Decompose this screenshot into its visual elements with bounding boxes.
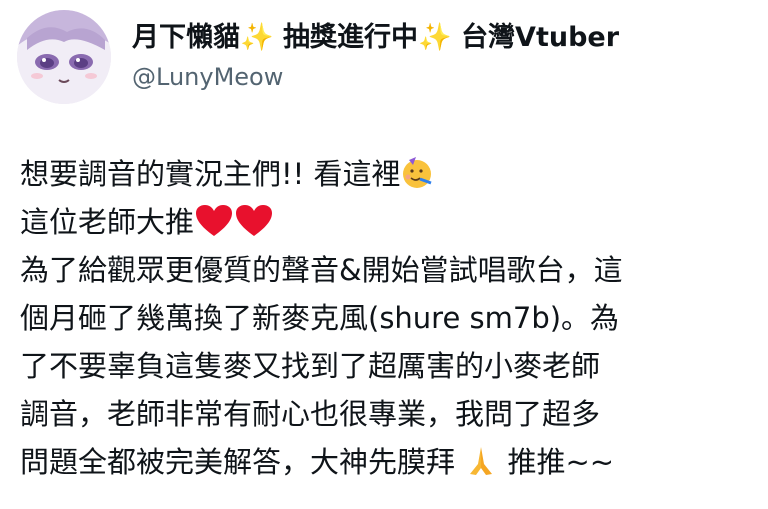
author-name-part2: 抽獎進行中 [283, 22, 419, 53]
tweet-line: 這位老師大推 [20, 198, 755, 246]
tweet-line-text: 問題全都被完美解答，大神先膜拜 [20, 445, 456, 479]
tweet-line: 為了給觀眾更優質的聲音&開始嘗試唱歌台，這 [20, 253, 623, 287]
tweet-line: 問題全都被完美解答，大神先膜拜 推推~~ [20, 438, 755, 486]
tweet-line-text: 這位老師大推 [20, 205, 195, 239]
author-name-part3: 台灣Vtuber [461, 22, 620, 53]
tweet-line: 想要調音的實況主們!! 看這裡 [20, 150, 755, 198]
sparkles-icon: ✨ [240, 22, 274, 53]
author-handle[interactable]: @LunyMeow [132, 60, 619, 94]
tweet-line: 了不要辜負這隻麥又找到了超厲害的小麥老師 [20, 349, 601, 383]
tweet-line: 調音，老師非常有耐心也很專業，我問了超多 [20, 397, 601, 431]
author-display-name[interactable]: 月下懶貓✨ 抽獎進行中✨ 台灣Vtuber [132, 20, 619, 56]
heart-icon [194, 204, 234, 252]
sparkles-icon: ✨ [418, 22, 452, 53]
author-name-part1: 月下懶貓 [132, 22, 240, 53]
tweet-header: 月下懶貓✨ 抽獎進行中✨ 台灣Vtuber @LunyMeow [17, 10, 757, 110]
heart-icon [234, 204, 274, 252]
party-face-icon [400, 156, 434, 204]
tweet-line-text: 想要調音的實況主們!! 看這裡 [20, 157, 401, 191]
tweet-text: 想要調音的實況主們!! 看這裡 這位老師大推 為了給觀眾更優質的聲音&開始嘗試唱… [20, 150, 755, 486]
avatar-image [17, 10, 111, 104]
tweet-line-text: 推推~~ [507, 445, 615, 479]
tweet-line: 個月砸了幾萬換了新麥克風(shure sm7b)。為 [20, 301, 620, 335]
avatar[interactable] [17, 10, 111, 104]
folded-hands-icon [464, 444, 498, 492]
